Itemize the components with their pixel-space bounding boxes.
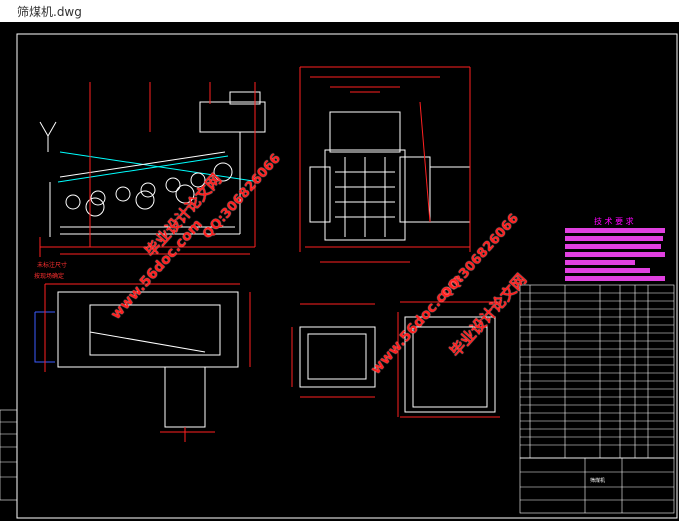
title-bar: 筛煤机.dwg	[0, 0, 679, 22]
tech-requirements-block	[565, 228, 665, 281]
side-view	[39, 82, 266, 257]
title-block	[519, 457, 675, 514]
cad-drawing[interactable]	[0, 22, 679, 521]
note-text: 未标注尺寸	[37, 262, 68, 269]
section-view-1	[291, 303, 376, 398]
tech-requirements-title: 技 术 要 求	[594, 217, 634, 226]
file-title: 筛煤机.dwg	[17, 5, 82, 19]
drawing-canvas[interactable]: 技 术 要 求 未标注尺寸 按现场确定 筛煤机 毕业设计论文网 QQ:30682…	[0, 22, 679, 521]
note-text: 按现场确定	[34, 273, 65, 280]
plan-view	[34, 283, 251, 442]
revision-block	[0, 409, 18, 501]
title-block-name: 筛煤机	[590, 478, 606, 484]
front-view	[299, 66, 471, 263]
parts-list-table	[519, 284, 675, 459]
